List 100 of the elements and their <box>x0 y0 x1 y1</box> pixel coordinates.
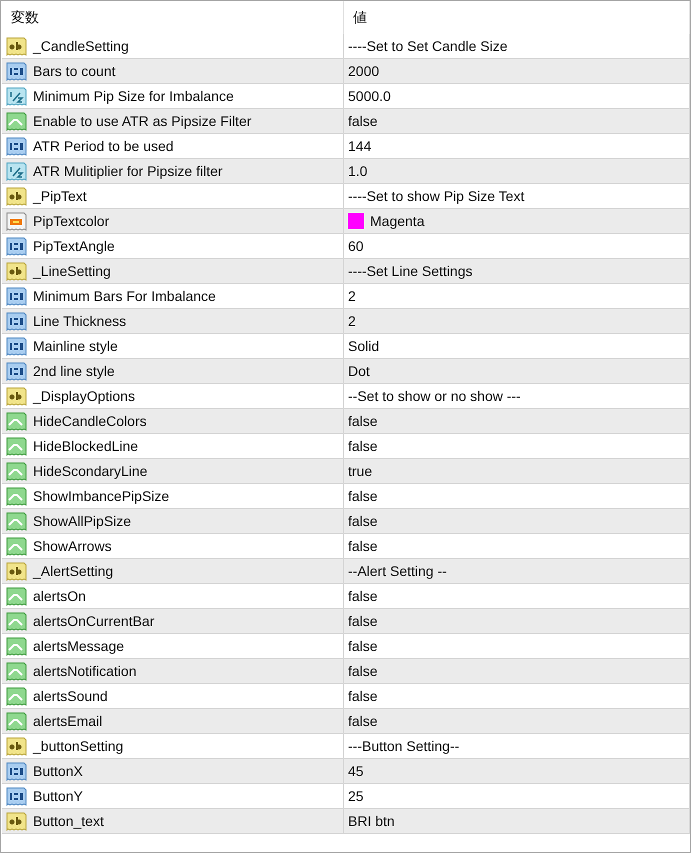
variable-name: HideScondaryLine <box>33 463 148 479</box>
value-cell[interactable]: ----Set to show Pip Size Text <box>344 184 690 209</box>
color-type-icon <box>6 212 27 230</box>
value-cell[interactable]: ----Set to Set Candle Size <box>344 34 690 59</box>
variable-name: ButtonX <box>33 763 83 779</box>
value-cell[interactable]: ----Set Line Settings <box>344 259 690 284</box>
value-text: true <box>348 463 372 479</box>
value-cell[interactable]: false <box>344 534 690 559</box>
fraction-type-icon <box>6 86 27 106</box>
value-cell[interactable]: false <box>344 434 690 459</box>
string-type-icon <box>6 812 27 830</box>
value-text: false <box>348 688 378 704</box>
variable-name: Minimum Pip Size for Imbalance <box>33 88 234 104</box>
value-text: 2000 <box>348 63 380 79</box>
value-cell[interactable]: BRI btn <box>344 809 690 834</box>
string-type-icon <box>6 736 27 756</box>
variable-name: ShowArrows <box>33 538 112 554</box>
variable-name: ShowImbancePipSize <box>33 488 170 504</box>
variable-name: PipTextcolor <box>33 213 110 229</box>
variable-name: _buttonSetting <box>33 738 124 754</box>
string-type-icon <box>6 386 27 406</box>
value-text: false <box>348 613 378 629</box>
integer-type-icon <box>6 312 27 330</box>
value-text: 144 <box>348 138 372 154</box>
value-text: --Set to show or no show --- <box>348 388 521 404</box>
integer-type-icon <box>6 762 27 780</box>
variable-name: ShowAllPipSize <box>33 513 132 529</box>
variable-name: _CandleSetting <box>33 38 129 54</box>
integer-type-icon <box>6 336 27 356</box>
value-cell[interactable]: 2 <box>344 309 690 334</box>
value-cell[interactable]: false <box>344 684 690 709</box>
value-cell[interactable]: 5000.0 <box>344 84 690 109</box>
toggle-type-icon <box>6 112 27 130</box>
value-cell[interactable]: Dot <box>344 359 690 384</box>
value-cell[interactable]: 45 <box>344 759 690 784</box>
value-cell[interactable]: ---Button Setting-- <box>344 734 690 759</box>
variable-name: alertsEmail <box>33 713 102 729</box>
value-cell[interactable]: false <box>344 709 690 734</box>
value-text: 1.0 <box>348 163 368 179</box>
value-cell[interactable]: false <box>344 109 690 134</box>
variable-name: alertsOn <box>33 588 86 604</box>
variable-name: HideBlockedLine <box>33 438 138 454</box>
value-text: Solid <box>348 338 380 354</box>
value-cell[interactable]: false <box>344 609 690 634</box>
value-cell[interactable]: false <box>344 409 690 434</box>
variable-name: Minimum Bars For Imbalance <box>33 288 216 304</box>
toggle-type-icon <box>6 612 27 630</box>
toggle-type-icon <box>6 486 27 506</box>
string-type-icon <box>6 262 27 280</box>
string-type-icon <box>6 186 27 206</box>
string-type-icon <box>6 36 27 56</box>
variable-name: alertsNotification <box>33 663 136 679</box>
toggle-type-icon <box>6 712 27 730</box>
toggle-type-icon <box>6 536 27 556</box>
value-cell[interactable]: 1.0 <box>344 159 690 184</box>
integer-type-icon <box>6 786 27 806</box>
value-cell[interactable]: --Alert Setting -- <box>344 559 690 584</box>
toggle-type-icon <box>6 512 27 530</box>
value-text: false <box>348 113 378 129</box>
value-cell[interactable]: Solid <box>344 334 690 359</box>
variable-name: ATR Period to be used <box>33 138 174 154</box>
value-text: false <box>348 663 378 679</box>
value-text: 2 <box>348 288 356 304</box>
toggle-type-icon <box>6 636 27 656</box>
value-text: false <box>348 638 378 654</box>
value-text: false <box>348 713 378 729</box>
variable-name: ButtonY <box>33 788 83 804</box>
variable-name: Line Thickness <box>33 313 126 329</box>
value-text: false <box>348 488 378 504</box>
integer-type-icon <box>6 362 27 380</box>
value-text: --Alert Setting -- <box>348 563 447 579</box>
value-cell[interactable]: 144 <box>344 134 690 159</box>
value-cell[interactable]: 2000 <box>344 59 690 84</box>
variable-name: Bars to count <box>33 63 116 79</box>
value-text: false <box>348 588 378 604</box>
toggle-type-icon <box>6 586 27 606</box>
toggle-type-icon <box>6 662 27 680</box>
value-cell[interactable]: false <box>344 484 690 509</box>
value-cell[interactable]: 60 <box>344 234 690 259</box>
integer-type-icon <box>6 62 27 80</box>
variable-name: _PipText <box>33 188 87 204</box>
value-text: 45 <box>348 763 364 779</box>
value-cell[interactable]: false <box>344 584 690 609</box>
value-text: false <box>348 438 378 454</box>
value-cell[interactable]: true <box>344 459 690 484</box>
value-text: Dot <box>348 363 370 379</box>
value-cell[interactable]: --Set to show or no show --- <box>344 384 690 409</box>
value-cell[interactable]: 2 <box>344 284 690 309</box>
value-cell[interactable]: false <box>344 659 690 684</box>
variable-name: HideCandleColors <box>33 413 147 429</box>
value-cell[interactable]: false <box>344 634 690 659</box>
value-cell[interactable]: 25 <box>344 784 690 809</box>
value-text: 5000.0 <box>348 88 391 104</box>
variable-name: Enable to use ATR as Pipsize Filter <box>33 113 252 129</box>
variable-name: 2nd line style <box>33 363 115 379</box>
string-type-icon <box>6 562 27 580</box>
value-cell[interactable]: false <box>344 509 690 534</box>
value-cell[interactable]: Magenta <box>344 209 690 234</box>
variable-name: alertsOnCurrentBar <box>33 613 154 629</box>
value-text: ---Button Setting-- <box>348 738 460 754</box>
